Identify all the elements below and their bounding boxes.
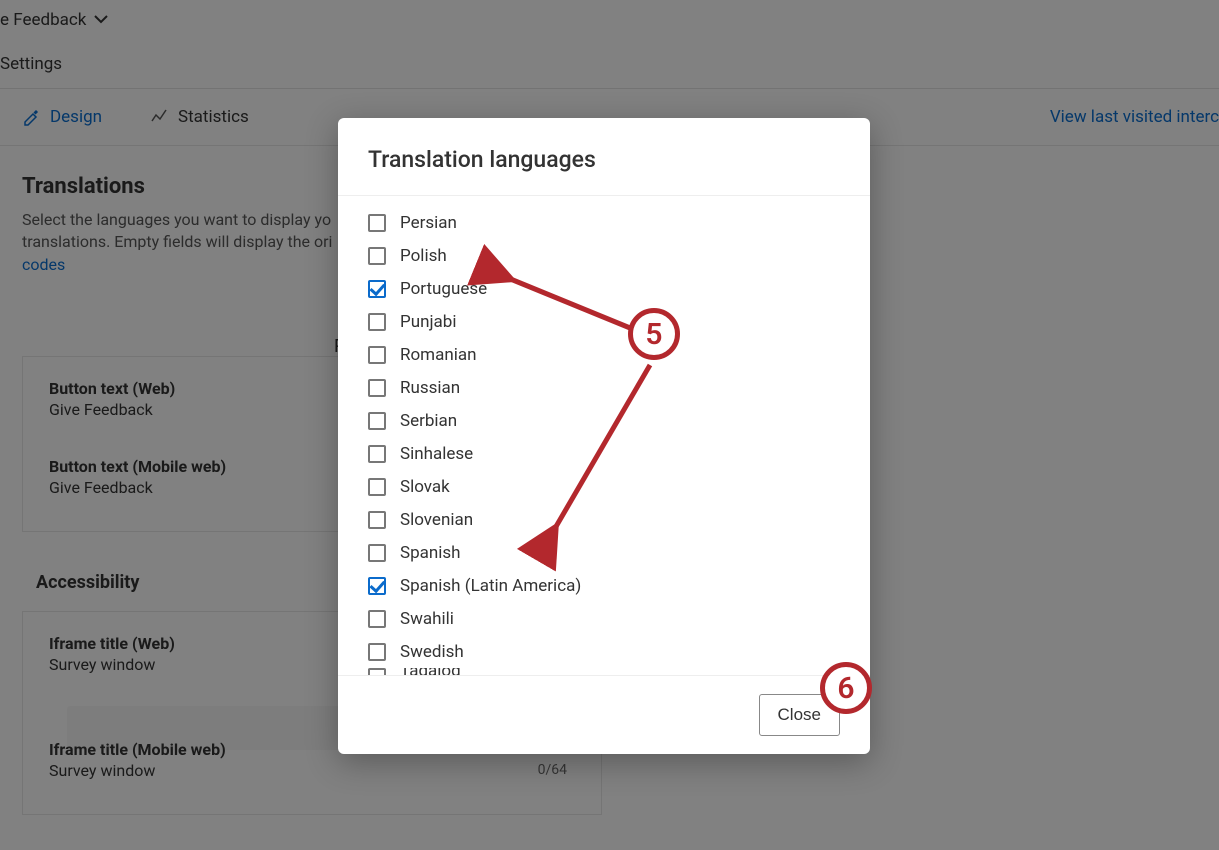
language-label[interactable]: Romanian [400, 345, 476, 365]
language-label[interactable]: Russian [400, 378, 460, 398]
language-row[interactable]: Punjabi [368, 305, 840, 338]
language-row[interactable]: Serbian [368, 404, 840, 437]
language-label[interactable]: Swahili [400, 609, 454, 629]
language-checkbox[interactable] [368, 445, 386, 463]
language-label[interactable]: Slovak [400, 477, 450, 497]
language-row[interactable]: Spanish [368, 536, 840, 569]
language-row[interactable]: Polish [368, 239, 840, 272]
language-checkbox[interactable] [368, 577, 386, 595]
language-label[interactable]: Slovenian [400, 510, 473, 530]
language-label[interactable]: Polish [400, 246, 447, 266]
language-label[interactable]: Portuguese [400, 279, 487, 299]
annotation-5-label: 5 [645, 317, 662, 352]
language-label[interactable]: Spanish [400, 543, 461, 563]
language-checkbox[interactable] [368, 313, 386, 331]
language-checkbox[interactable] [368, 214, 386, 232]
language-checkbox[interactable] [368, 478, 386, 496]
language-row[interactable]: Russian [368, 371, 840, 404]
language-checkbox[interactable] [368, 247, 386, 265]
language-checkbox[interactable] [368, 668, 386, 676]
language-label[interactable]: Spanish (Latin America) [400, 576, 581, 596]
language-label[interactable]: Sinhalese [400, 444, 473, 464]
language-row[interactable]: Swahili [368, 602, 840, 635]
annotation-6: 6 [820, 662, 872, 714]
language-row[interactable]: Slovak [368, 470, 840, 503]
language-row[interactable]: Sinhalese [368, 437, 840, 470]
language-label[interactable]: Swedish [400, 642, 464, 662]
language-row[interactable]: Slovenian [368, 503, 840, 536]
language-row[interactable]: Romanian [368, 338, 840, 371]
language-checkbox[interactable] [368, 379, 386, 397]
language-row[interactable]: Persian [368, 206, 840, 239]
language-checkbox[interactable] [368, 643, 386, 661]
language-checkbox[interactable] [368, 280, 386, 298]
annotation-6-label: 6 [837, 671, 854, 706]
annotation-5: 5 [628, 308, 680, 360]
language-label[interactable]: Tagalog [400, 668, 461, 676]
language-list[interactable]: Persian Polish Portuguese Punjabi Romanian Ru… [338, 196, 870, 676]
language-row[interactable]: Portuguese [368, 272, 840, 305]
dialog-footer: Close [338, 676, 870, 754]
language-row[interactable]: Spanish (Latin America) [368, 569, 840, 602]
language-label[interactable]: Serbian [400, 411, 457, 431]
page-root: e Feedback Settings Design Statistics Vi… [0, 0, 1219, 850]
language-label[interactable]: Punjabi [400, 312, 456, 332]
language-label[interactable]: Persian [400, 213, 457, 233]
language-checkbox[interactable] [368, 511, 386, 529]
translation-languages-dialog: Translation languages Persian Polish Portu… [338, 118, 870, 754]
language-checkbox[interactable] [368, 346, 386, 364]
dialog-title: Translation languages [338, 118, 870, 196]
language-checkbox[interactable] [368, 610, 386, 628]
language-row[interactable]: Swedish [368, 635, 840, 668]
language-checkbox[interactable] [368, 544, 386, 562]
language-checkbox[interactable] [368, 412, 386, 430]
language-row[interactable]: Tagalog [368, 668, 840, 676]
